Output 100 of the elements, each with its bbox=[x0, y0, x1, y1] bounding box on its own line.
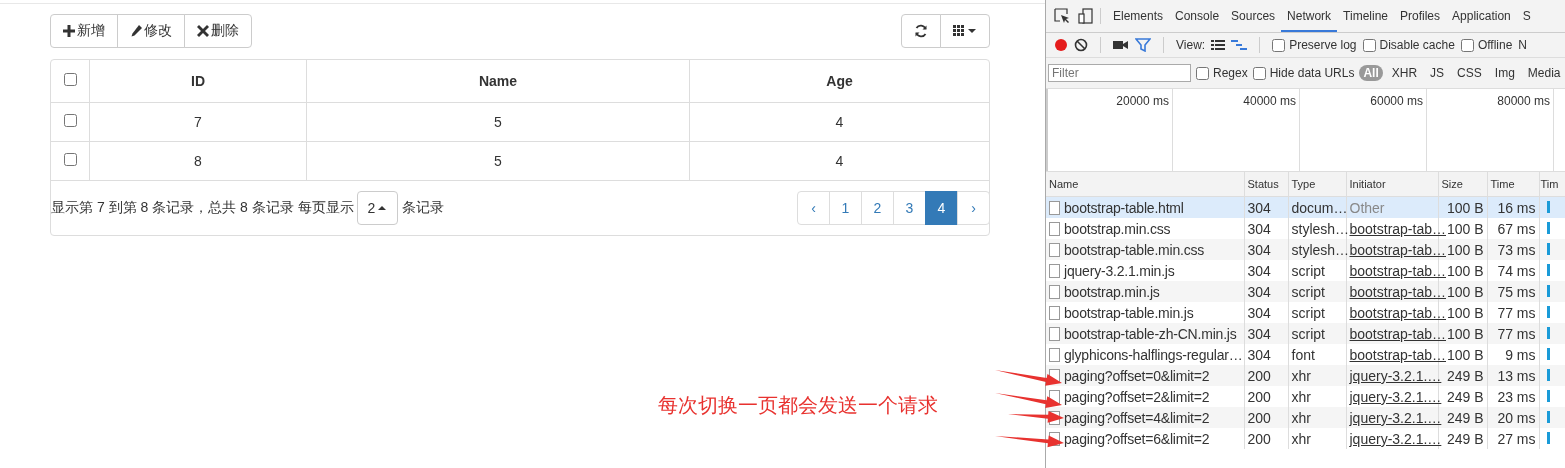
request-name[interactable]: paging?offset=6&limit=2 bbox=[1064, 430, 1210, 447]
pagination-suffix: 条记录 bbox=[402, 199, 445, 217]
previous-page-link[interactable]: ‹ bbox=[797, 191, 830, 225]
devtools-tab[interactable]: Application bbox=[1446, 0, 1517, 32]
table-cell: docum… bbox=[1291, 199, 1348, 216]
option-label[interactable]: Offline bbox=[1477, 38, 1513, 52]
initiator-link[interactable]: jquery-3.2.1.… bbox=[1349, 388, 1442, 405]
devtools-tab[interactable]: Profiles bbox=[1394, 0, 1447, 32]
table-cell: script bbox=[1291, 325, 1325, 342]
table-cell: 20 ms bbox=[1497, 409, 1536, 426]
table-cell: 304 bbox=[1247, 346, 1271, 363]
table-cell: 249 B bbox=[1446, 367, 1484, 384]
option-label[interactable]: Hide data URLs bbox=[1269, 66, 1355, 80]
request-name[interactable]: bootstrap-table.min.js bbox=[1064, 304, 1194, 321]
initiator-link[interactable]: jquery-3.2.1.… bbox=[1349, 430, 1442, 447]
devtools-tab[interactable]: Elements bbox=[1107, 0, 1170, 32]
initiator-link[interactable]: jquery-3.2.1.… bbox=[1349, 409, 1442, 426]
initiator-link[interactable]: bootstrap-tab… bbox=[1349, 325, 1446, 342]
filter-field[interactable]: Filter bbox=[1048, 64, 1191, 82]
type-filter[interactable]: XHR bbox=[1387, 65, 1422, 81]
annotation-text: 每次切换一页都会发送一个请求 bbox=[658, 392, 938, 419]
option-label[interactable]: Regex bbox=[1213, 66, 1248, 80]
table-cell: 100 B bbox=[1446, 325, 1484, 342]
option-label[interactable]: Disable cache bbox=[1379, 38, 1455, 52]
edit-button[interactable]: 修改 bbox=[117, 14, 185, 48]
initiator-link[interactable]: bootstrap-tab… bbox=[1349, 283, 1446, 300]
table-cell: 304 bbox=[1247, 304, 1271, 321]
table-cell: xhr bbox=[1291, 409, 1311, 426]
column-header[interactable]: Age bbox=[826, 73, 853, 89]
option-label: N bbox=[1518, 38, 1528, 52]
table-cell: stylesh… bbox=[1291, 241, 1350, 258]
option-label[interactable]: Preserve log bbox=[1289, 38, 1357, 52]
table-cell: 304 bbox=[1247, 199, 1271, 216]
request-name[interactable]: jquery-3.2.1.min.js bbox=[1064, 262, 1175, 279]
table-cell: 77 ms bbox=[1497, 304, 1536, 321]
type-filter[interactable]: JS bbox=[1426, 65, 1449, 81]
initiator-link[interactable]: bootstrap-tab… bbox=[1349, 262, 1446, 279]
table-cell: 67 ms bbox=[1497, 220, 1536, 237]
timeline-tick: 20000 ms bbox=[1116, 94, 1169, 108]
table-cell: 249 B bbox=[1446, 409, 1484, 426]
table-cell: 100 B bbox=[1446, 241, 1484, 258]
table-cell: 77 ms bbox=[1497, 325, 1536, 342]
table-cell: Other bbox=[1349, 199, 1385, 216]
table-cell: 5 bbox=[494, 153, 502, 169]
table-cell: 200 bbox=[1247, 388, 1271, 405]
pagination-summary: 显示第 7 到第 8 条记录，总共 8 条记录 每页显示 bbox=[51, 199, 354, 217]
table-cell: 5 bbox=[494, 114, 502, 130]
table-cell: 304 bbox=[1247, 325, 1271, 342]
table-cell: 75 ms bbox=[1497, 283, 1536, 300]
page-link[interactable]: 2 bbox=[861, 191, 894, 225]
devtools-tab[interactable]: S bbox=[1516, 0, 1537, 32]
table-cell: 9 ms bbox=[1505, 346, 1536, 363]
table-cell: 249 B bbox=[1446, 430, 1484, 447]
add-button[interactable]: 新增 bbox=[50, 14, 118, 48]
table-cell: 16 ms bbox=[1497, 199, 1536, 216]
table-cell: script bbox=[1291, 304, 1325, 321]
page-link[interactable]: 1 bbox=[829, 191, 862, 225]
table-cell: font bbox=[1291, 346, 1315, 363]
timeline-tick: 60000 ms bbox=[1370, 94, 1423, 108]
type-filter[interactable]: Media bbox=[1523, 65, 1565, 81]
page-link[interactable]: 3 bbox=[893, 191, 926, 225]
initiator-link[interactable]: bootstrap-tab… bbox=[1349, 346, 1446, 363]
devtools-tab[interactable]: Timeline bbox=[1337, 0, 1394, 32]
request-name[interactable]: paging?offset=2&limit=2 bbox=[1064, 388, 1210, 405]
initiator-link[interactable]: bootstrap-tab… bbox=[1349, 220, 1446, 237]
table-cell: 249 B bbox=[1446, 388, 1484, 405]
table-cell: stylesh… bbox=[1291, 220, 1350, 237]
table-cell: script bbox=[1291, 262, 1325, 279]
table-cell: 304 bbox=[1247, 241, 1271, 258]
request-name[interactable]: bootstrap.min.css bbox=[1064, 220, 1171, 237]
column-header[interactable]: Name bbox=[1049, 178, 1079, 190]
table-cell: xhr bbox=[1291, 388, 1311, 405]
table-cell: 100 B bbox=[1446, 199, 1484, 216]
request-name[interactable]: glyphicons-halflings-regular… bbox=[1064, 346, 1243, 363]
table-cell: 73 ms bbox=[1497, 241, 1536, 258]
type-filter[interactable]: CSS bbox=[1453, 65, 1486, 81]
table-cell: 23 ms bbox=[1497, 388, 1536, 405]
column-header[interactable]: Initiator bbox=[1349, 178, 1386, 190]
initiator-link[interactable]: jquery-3.2.1.… bbox=[1349, 367, 1442, 384]
initiator-link[interactable]: bootstrap-tab… bbox=[1349, 304, 1446, 321]
devtools-tab[interactable]: Sources bbox=[1225, 0, 1282, 32]
page-link[interactable]: 4 bbox=[925, 191, 958, 225]
delete-button[interactable]: 删除 bbox=[184, 14, 252, 48]
type-filter[interactable]: Img bbox=[1490, 65, 1519, 81]
table-cell: 304 bbox=[1247, 283, 1271, 300]
devtools-tab[interactable]: Console bbox=[1169, 0, 1226, 32]
table-cell: xhr bbox=[1291, 430, 1311, 447]
table-cell: 100 B bbox=[1446, 346, 1484, 363]
page-size-dropdown[interactable]: 2 bbox=[356, 191, 399, 225]
table-cell: 13 ms bbox=[1497, 367, 1536, 384]
table-cell: 7 bbox=[194, 114, 202, 130]
column-header[interactable]: ID bbox=[191, 73, 205, 89]
timeline-tick: 80000 ms bbox=[1497, 94, 1550, 108]
table-cell: 74 ms bbox=[1497, 262, 1536, 279]
column-header[interactable]: Name bbox=[478, 73, 518, 89]
next-page-link[interactable]: › bbox=[957, 191, 990, 225]
view-label: View: bbox=[1176, 38, 1206, 52]
table-cell: 4 bbox=[835, 114, 844, 130]
initiator-link[interactable]: bootstrap-tab… bbox=[1349, 241, 1446, 258]
table-cell: 27 ms bbox=[1497, 430, 1536, 447]
